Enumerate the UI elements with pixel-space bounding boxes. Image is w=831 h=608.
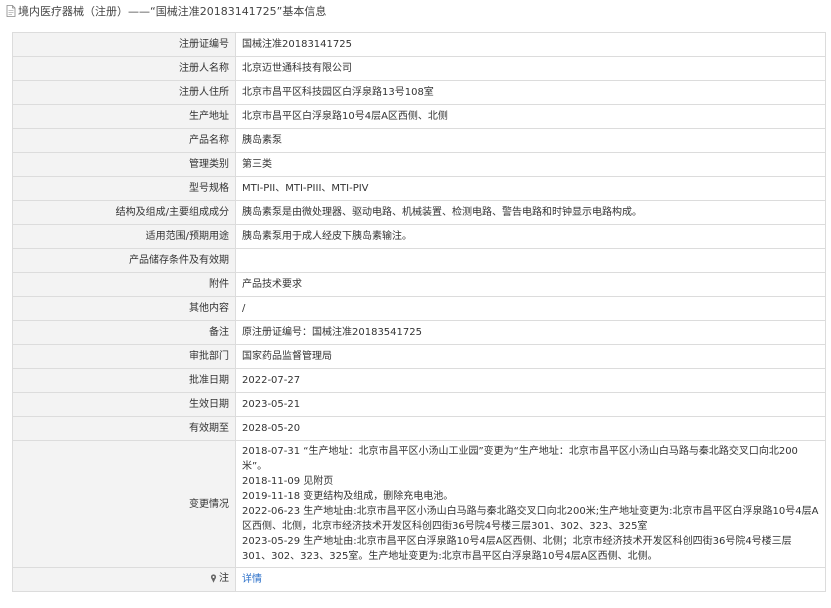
row-value: 胰岛素泵 xyxy=(235,128,826,153)
row-label: 注册人名称 xyxy=(12,56,236,81)
table-row: 型号规格 MTI-PII、MTI-PIII、MTI-PIV xyxy=(12,176,826,201)
row-value: 国械注准20183141725 xyxy=(235,32,826,57)
change-entry: 2022-06-23 生产地址由:北京市昌平区小汤山白马路与秦北路交叉口向北20… xyxy=(242,506,819,532)
document-icon xyxy=(6,5,16,17)
row-value: 胰岛素泵用于成人经皮下胰岛素输注。 xyxy=(235,224,826,249)
table-row: 注册人住所 北京市昌平区科技园区白浮泉路13号108室 xyxy=(12,80,826,105)
table-row: 管理类别 第三类 xyxy=(12,152,826,177)
row-value: 2028-05-20 xyxy=(235,416,826,441)
table-row: 批准日期 2022-07-27 xyxy=(12,368,826,393)
change-entry: 2019-11-18 变更结构及组成，删除充电电池。 xyxy=(242,491,454,502)
row-value: / xyxy=(235,296,826,321)
note-label: 注 xyxy=(219,573,229,584)
row-value: 北京迈世通科技有限公司 xyxy=(235,56,826,81)
table-row: 审批部门 国家药品监督管理局 xyxy=(12,344,826,369)
pin-icon xyxy=(210,574,217,583)
note-value: 详情 xyxy=(235,567,826,592)
row-value xyxy=(235,248,826,273)
table-row: 有效期至 2028-05-20 xyxy=(12,416,826,441)
note-label-cell: 注 xyxy=(12,567,236,592)
row-value: 第三类 xyxy=(235,152,826,177)
details-link[interactable]: 详情 xyxy=(242,574,262,585)
row-label: 生效日期 xyxy=(12,392,236,417)
row-label: 管理类别 xyxy=(12,152,236,177)
row-label: 适用范围/预期用途 xyxy=(12,224,236,249)
row-label: 有效期至 xyxy=(12,416,236,441)
table-row: 生效日期 2023-05-21 xyxy=(12,392,826,417)
row-value: 胰岛素泵是由微处理器、驱动电路、机械装置、检测电路、警告电路和时钟显示电路构成。 xyxy=(235,200,826,225)
table-row: 备注 原注册证编号：国械注准20183541725 xyxy=(12,320,826,345)
row-value: 国家药品监督管理局 xyxy=(235,344,826,369)
row-label: 附件 xyxy=(12,272,236,297)
table-row: 其他内容 / xyxy=(12,296,826,321)
table-row: 产品储存条件及有效期 xyxy=(12,248,826,273)
page-header: 境内医疗器械（注册）——“国械注准20183141725”基本信息 xyxy=(0,0,831,22)
row-value: 2023-05-21 xyxy=(235,392,826,417)
table-row: 结构及组成/主要组成成分 胰岛素泵是由微处理器、驱动电路、机械装置、检测电路、警告… xyxy=(12,200,826,225)
row-value: 产品技术要求 xyxy=(235,272,826,297)
row-label: 注册证编号 xyxy=(12,32,236,57)
change-entry: 2018-11-09 见附页 xyxy=(242,476,334,487)
row-label: 结构及组成/主要组成成分 xyxy=(12,200,236,225)
row-value: 北京市昌平区科技园区白浮泉路13号108室 xyxy=(235,80,826,105)
row-label: 型号规格 xyxy=(12,176,236,201)
row-label: 批准日期 xyxy=(12,368,236,393)
table-row: 附件 产品技术要求 xyxy=(12,272,826,297)
changes-label: 变更情况 xyxy=(12,440,236,568)
table-row: 注册证编号 国械注准20183141725 xyxy=(12,32,826,57)
table-row: 生产地址 北京市昌平区白浮泉路10号4层A区西侧、北侧 xyxy=(12,104,826,129)
change-entry: 2018-07-31 “生产地址：北京市昌平区小汤山工业园”变更为“生产地址：北… xyxy=(242,446,798,472)
row-label: 其他内容 xyxy=(12,296,236,321)
changes-row: 变更情况 2018-07-31 “生产地址：北京市昌平区小汤山工业园”变更为“生… xyxy=(12,440,826,568)
table-row: 适用范围/预期用途 胰岛素泵用于成人经皮下胰岛素输注。 xyxy=(12,224,826,249)
changes-list: 2018-07-31 “生产地址：北京市昌平区小汤山工业园”变更为“生产地址：北… xyxy=(235,440,826,568)
table-row: 产品名称 胰岛素泵 xyxy=(12,128,826,153)
change-entry: 2023-05-29 生产地址由:北京市昌平区白浮泉路10号4层A区西侧、北侧；… xyxy=(242,536,792,562)
note-row: 注 详情 xyxy=(12,567,826,592)
page-title: 境内医疗器械（注册）——“国械注准20183141725”基本信息 xyxy=(18,5,327,18)
row-value: 2022-07-27 xyxy=(235,368,826,393)
row-value: 北京市昌平区白浮泉路10号4层A区西侧、北侧 xyxy=(235,104,826,129)
row-value: MTI-PII、MTI-PIII、MTI-PIV xyxy=(235,176,826,201)
row-label: 产品名称 xyxy=(12,128,236,153)
row-label: 审批部门 xyxy=(12,344,236,369)
row-label: 生产地址 xyxy=(12,104,236,129)
info-table: 注册证编号 国械注准20183141725 注册人名称 北京迈世通科技有限公司 注册… xyxy=(12,32,826,592)
row-value: 原注册证编号：国械注准20183541725 xyxy=(235,320,826,345)
row-label: 产品储存条件及有效期 xyxy=(12,248,236,273)
row-label: 注册人住所 xyxy=(12,80,236,105)
row-label: 备注 xyxy=(12,320,236,345)
table-row: 注册人名称 北京迈世通科技有限公司 xyxy=(12,56,826,81)
